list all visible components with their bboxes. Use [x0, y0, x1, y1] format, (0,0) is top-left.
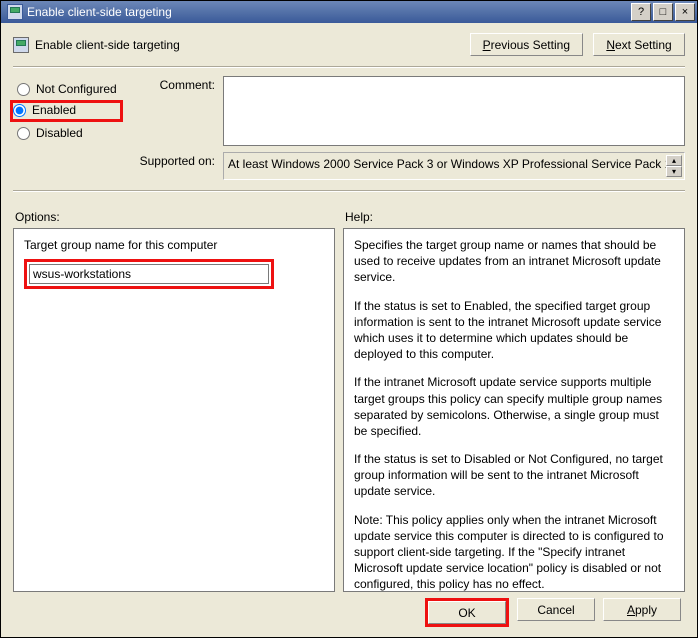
help-text-4: If the status is set to Disabled or Not … — [354, 451, 674, 500]
scroll-up-icon[interactable]: ▴ — [666, 155, 682, 166]
status-disabled-radio[interactable] — [17, 127, 30, 140]
help-text-1: Specifies the target group name or names… — [354, 237, 674, 286]
supported-scroll[interactable]: ▴ ▾ — [666, 155, 682, 177]
supported-label: Supported on: — [133, 152, 223, 168]
help-text-3: If the intranet Microsoft update service… — [354, 374, 674, 439]
status-not-configured-radio[interactable] — [17, 83, 30, 96]
highlight-enabled: Enabled — [10, 100, 123, 122]
gpo-editor-window: Enable client-side targeting ? □ × Enabl… — [0, 0, 698, 638]
separator-2 — [13, 190, 685, 192]
help-text-5: Note: This policy applies only when the … — [354, 512, 674, 592]
ok-button[interactable]: OK — [428, 601, 506, 624]
status-disabled-label: Disabled — [36, 126, 83, 140]
cancel-button[interactable]: Cancel — [517, 598, 595, 621]
supported-on-box: At least Windows 2000 Service Pack 3 or … — [223, 152, 685, 180]
status-radio-group: Not Configured Enabled Disabled — [13, 76, 123, 186]
dialog-buttons: OK Cancel Apply — [13, 592, 685, 629]
status-not-configured-label: Not Configured — [36, 82, 117, 96]
highlight-target-input — [24, 259, 274, 289]
scroll-down-icon[interactable]: ▾ — [666, 166, 682, 177]
status-enabled-label: Enabled — [32, 103, 76, 117]
separator — [13, 66, 685, 68]
comment-label: Comment: — [133, 76, 223, 92]
titlebar[interactable]: Enable client-side targeting ? □ × — [1, 1, 697, 23]
close-button[interactable]: × — [675, 3, 695, 21]
help-text-2: If the status is set to Enabled, the spe… — [354, 298, 674, 363]
options-panel: Target group name for this computer — [13, 228, 335, 592]
previous-setting-button[interactable]: Previous Setting — [470, 33, 583, 56]
help-label: Help: — [345, 210, 685, 224]
target-group-label: Target group name for this computer — [24, 237, 324, 253]
help-panel: Specifies the target group name or names… — [343, 228, 685, 592]
target-group-input[interactable] — [29, 264, 269, 284]
comment-textarea[interactable] — [223, 76, 685, 146]
maximize-button[interactable]: □ — [653, 3, 673, 21]
policy-icon — [13, 37, 29, 53]
supported-on-text: At least Windows 2000 Service Pack 3 or … — [228, 157, 680, 171]
window-title: Enable client-side targeting — [27, 5, 629, 19]
status-enabled-radio[interactable] — [13, 104, 26, 117]
options-label: Options: — [15, 210, 335, 224]
apply-button[interactable]: Apply — [603, 598, 681, 621]
policy-name: Enable client-side targeting — [35, 38, 180, 52]
next-setting-button[interactable]: Next Setting — [593, 33, 685, 56]
app-icon — [7, 4, 23, 20]
highlight-ok: OK — [425, 598, 509, 627]
help-button[interactable]: ? — [631, 3, 651, 21]
